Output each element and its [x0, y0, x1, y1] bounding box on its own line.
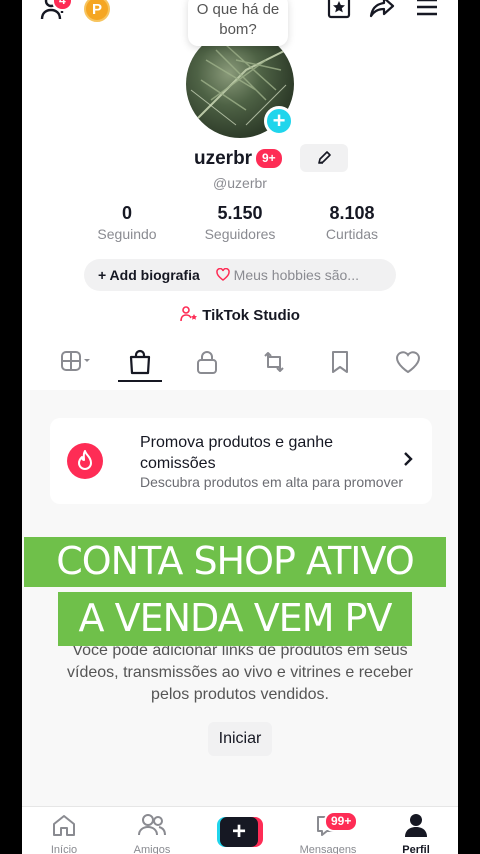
overlay-caption-line1: CONTA SHOP ATIVO	[24, 537, 446, 587]
shopping-bag-icon	[129, 349, 151, 375]
tab-saved[interactable]	[326, 348, 354, 376]
edit-profile-button[interactable]	[300, 144, 348, 172]
studio-person-icon	[180, 306, 198, 322]
tab-private[interactable]	[192, 348, 222, 376]
repost-icon	[264, 352, 284, 372]
promo-subtitle: Descubra produtos em alta para promover	[140, 474, 404, 490]
promo-title: Promova produtos e ganhe comissões	[140, 434, 334, 472]
add-bio-button[interactable]: + Add biografia	[98, 267, 200, 283]
bio-pill[interactable]: + Add biografia Meus hobbies são...	[84, 259, 396, 291]
share-icon[interactable]	[368, 0, 396, 20]
coin-icon[interactable]: P	[84, 0, 110, 22]
phone-screen: 4 P O que há de bom? + uzerbr 9+ @uzerbr…	[22, 0, 458, 854]
notif-badge: 9+	[256, 149, 282, 168]
content-tabs	[22, 340, 458, 384]
start-button[interactable]: Iniciar	[208, 722, 272, 756]
friends-icon	[138, 814, 166, 836]
plus-icon: +	[220, 817, 258, 847]
favorites-star-icon[interactable]	[326, 0, 352, 20]
menu-icon[interactable]	[414, 0, 440, 18]
heart-icon	[395, 351, 421, 374]
heart-outline-icon	[216, 267, 230, 281]
grid-icon	[61, 351, 90, 371]
fire-icon	[67, 443, 103, 479]
status-bubble[interactable]: O que há de bom?	[188, 0, 288, 46]
nav-profile[interactable]: Perfil	[376, 813, 456, 854]
stat-following[interactable]: 0 Seguindo	[72, 203, 182, 242]
bookmark-icon	[332, 351, 348, 373]
pencil-icon	[318, 151, 331, 164]
home-icon	[53, 815, 75, 836]
bottom-nav: Início Amigos + Mensagens 99+ Perfil	[22, 806, 458, 854]
lock-icon	[197, 351, 217, 374]
nav-friends[interactable]: Amigos	[112, 813, 192, 854]
tiktok-studio-link[interactable]: TikTok Studio	[22, 306, 458, 324]
inbox-badge: 99+	[324, 811, 359, 832]
stat-likes[interactable]: 8.108 Curtidas	[297, 203, 407, 242]
active-tab-indicator	[118, 380, 162, 382]
username: uzerbr	[194, 148, 253, 169]
handle: @uzerbr	[213, 175, 267, 191]
tab-videos[interactable]	[56, 348, 96, 374]
shop-description: Você pode adicionar links de produtos em…	[67, 642, 413, 703]
tab-liked[interactable]	[392, 348, 424, 376]
tab-shop[interactable]	[124, 348, 156, 376]
nav-home[interactable]: Início	[24, 813, 104, 854]
profile-icon	[405, 814, 427, 837]
create-button[interactable]: +	[217, 817, 263, 847]
overlay-caption-line2: A VENDA VEM PV	[58, 592, 412, 646]
top-bar: 4 P O que há de bom?	[22, 0, 458, 46]
add-avatar-button[interactable]: +	[264, 106, 294, 136]
chevron-right-icon	[402, 451, 414, 472]
hobbies-button[interactable]: Meus hobbies são...	[216, 267, 359, 283]
stat-followers[interactable]: 5.150 Seguidores	[185, 203, 295, 242]
promo-card[interactable]: Promova produtos e ganhe comissões Descu…	[50, 418, 432, 504]
tab-reposts[interactable]	[258, 348, 290, 376]
